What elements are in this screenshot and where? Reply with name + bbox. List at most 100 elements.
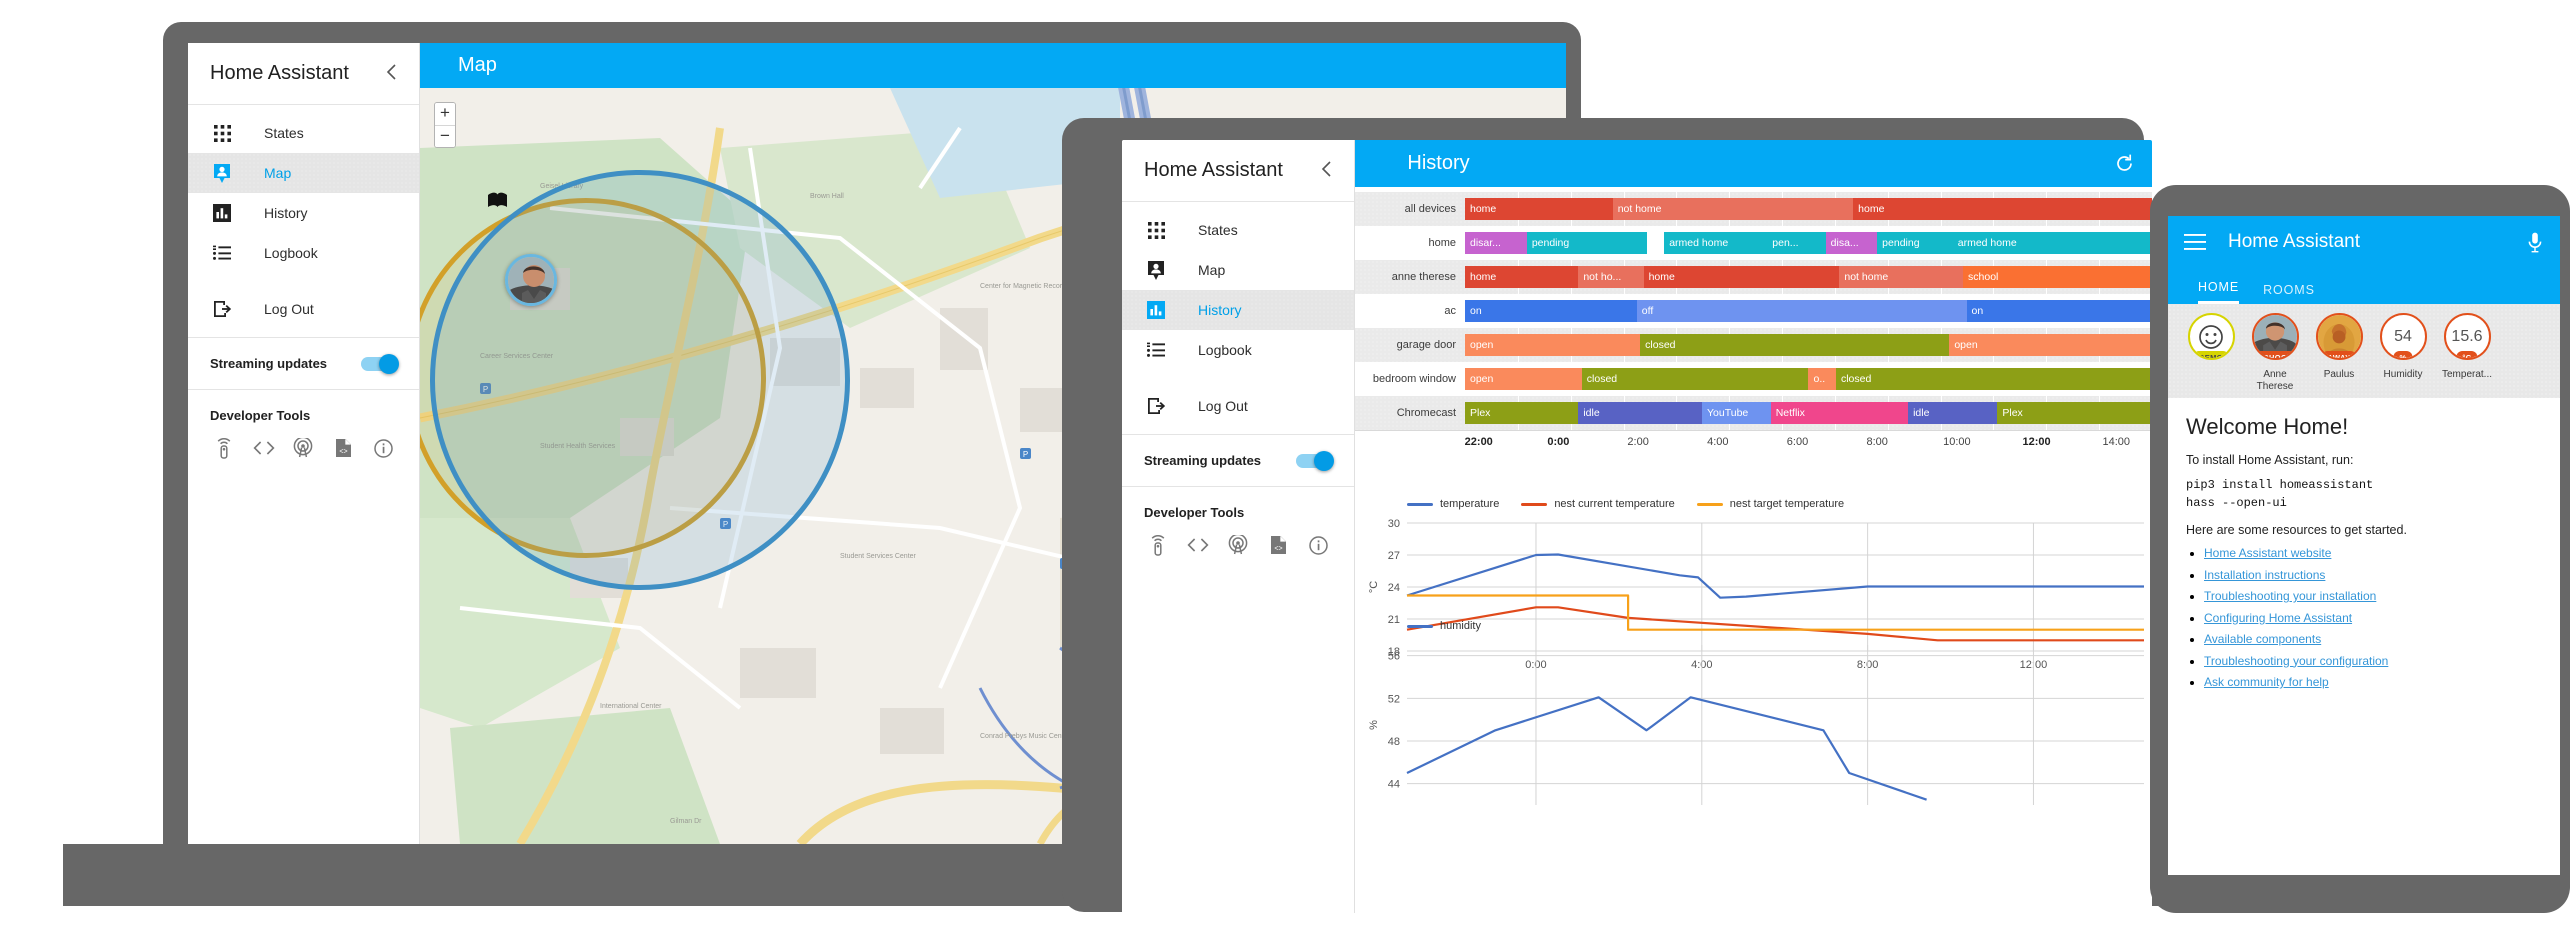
sidebar-item-history[interactable]: History [1122,290,1354,330]
timeline-segment[interactable]: armed home [1953,232,2152,254]
timeline-segment[interactable]: Plex [1997,402,2152,424]
timeline-segment[interactable]: home [1465,198,1613,220]
code-brackets-icon[interactable] [1178,528,1218,562]
sidebar-item-map[interactable]: Map [188,153,419,193]
entity-badge[interactable]: AWAYPaulus [2308,313,2370,392]
microphone-icon[interactable] [2528,232,2544,253]
map-zoom-controls[interactable]: + − [434,102,456,148]
timeline-row-label: garage door [1355,328,1465,362]
timeline-segment[interactable]: pen... [1767,232,1825,254]
timeline-segment[interactable]: home [1465,266,1578,288]
badge-circle: 15.6°C [2444,313,2491,360]
resource-link[interactable]: Home Assistant website [2204,546,2331,560]
tab-rooms[interactable]: ROOMS [2263,283,2315,304]
zoom-out-button[interactable]: − [435,125,455,147]
legend-item[interactable]: nest target temperature [1697,498,1844,510]
sidebar-item-logbook[interactable]: Logbook [188,233,419,273]
timeline-segment[interactable]: closed [1582,368,1809,390]
hamburger-icon[interactable] [2184,234,2206,250]
timeline-segment[interactable]: not ho... [1578,266,1643,288]
info-icon[interactable] [1298,528,1338,562]
file-code-icon[interactable]: <> [323,431,363,465]
timeline-row[interactable]: anne theresehomenot ho...homenot homesch… [1355,260,2152,294]
timeline-segment[interactable]: not home [1613,198,1853,220]
timeline-segment[interactable]: idle [1908,402,1997,424]
timeline-segment[interactable]: open [1465,334,1640,356]
timeline-segment[interactable]: disar... [1465,232,1527,254]
timeline-row[interactable]: aconoffon [1355,294,2152,328]
timeline-segment[interactable]: Plex [1465,402,1578,424]
remote-icon[interactable] [1138,528,1178,562]
remote-icon[interactable] [204,431,244,465]
chevron-left-icon[interactable] [1320,160,1332,182]
streaming-updates-toggle[interactable] [1296,454,1332,468]
timeline-segment[interactable]: disa... [1826,232,1878,254]
timeline-segment[interactable]: home [1853,198,2152,220]
timeline-segment[interactable]: pending [1527,232,1647,254]
resource-link[interactable]: Troubleshooting your installation [2204,589,2376,603]
timeline-row[interactable]: garage dooropenclosedopen [1355,328,2152,362]
timeline-segment[interactable]: home [1644,266,1840,288]
zoom-in-button[interactable]: + [435,103,455,125]
entity-badge[interactable]: DEMO [2180,313,2242,392]
badge-name: Humidity [2372,369,2434,381]
resource-link[interactable]: Installation instructions [2204,568,2325,582]
timeline-segment[interactable]: on [1967,300,2152,322]
tab-home[interactable]: HOME [2198,280,2239,304]
timeline-segment[interactable]: closed [1640,334,1949,356]
legend-item[interactable]: temperature [1407,498,1499,510]
resource-link[interactable]: Ask community for help [2204,675,2329,689]
chevron-left-icon[interactable] [385,63,397,85]
resource-link[interactable]: Troubleshooting your configuration [2204,654,2388,668]
broadcast-icon[interactable] [1218,528,1258,562]
legend-label: nest target temperature [1730,498,1844,510]
timeline-segment[interactable]: off [1637,300,1967,322]
developer-tools-title: Developer Tools [1122,495,1354,526]
y-axis-label: % [1368,720,1380,730]
timeline-row[interactable]: homedisar...pendingarmed homepen...disa.… [1355,226,2152,260]
divider [1122,486,1354,487]
timeline-segment[interactable]: YouTube [1702,402,1771,424]
timeline-segment[interactable]: idle [1578,402,1702,424]
legend-item[interactable]: nest current temperature [1521,498,1674,510]
book-icon[interactable] [486,190,509,218]
timeline-segment[interactable]: Netflix [1771,402,1908,424]
svg-text:Conrad Prebys Music Center: Conrad Prebys Music Center [980,733,1071,740]
timeline-segment[interactable]: pending [1877,232,1953,254]
resource-link[interactable]: Configuring Home Assistant [2204,611,2352,625]
entity-badge[interactable]: SCHOOLAnne Therese [2244,313,2306,392]
sidebar-item-states[interactable]: States [1122,210,1354,250]
timeline-segment[interactable]: closed [1836,368,2152,390]
code-brackets-icon[interactable] [244,431,284,465]
timeline-row[interactable]: bedroom windowopenclosedo..closed [1355,362,2152,396]
legend-item[interactable]: humidity [1407,620,1481,632]
sidebar-item-logout[interactable]: Log Out [1122,386,1354,426]
timeline-segment[interactable]: on [1465,300,1637,322]
format-list-icon [210,241,234,265]
broadcast-icon[interactable] [284,431,324,465]
timeline-segment[interactable]: o.. [1808,368,1835,390]
streaming-updates-toggle[interactable] [361,357,397,371]
entity-badge[interactable]: 54%Humidity [2372,313,2434,392]
person-avatar-marker[interactable] [505,254,557,306]
timeline-segment[interactable]: armed home [1664,232,1767,254]
timeline-segment[interactable]: open [1465,368,1582,390]
sidebar-item-logout[interactable]: Log Out [188,289,419,329]
sidebar-item-history[interactable]: History [188,193,419,233]
timeline-segment[interactable]: open [1949,334,2152,356]
list-item: Troubleshooting your installation [2204,589,2542,603]
file-code-icon[interactable]: <> [1258,528,1298,562]
timeline-segment[interactable]: not home [1839,266,1963,288]
info-icon[interactable] [363,431,403,465]
timeline-row[interactable]: ChromecastPlexidleYouTubeNetflixidlePlex [1355,396,2152,430]
timeline-row[interactable]: all deviceshomenot homehome [1355,192,2152,226]
sidebar-item-logbook[interactable]: Logbook [1122,330,1354,370]
timeline-segment[interactable] [1647,232,1664,254]
refresh-icon[interactable] [2115,154,2134,173]
entity-badge[interactable]: 15.6°CTemperat... [2436,313,2498,392]
timeline-segment[interactable]: school [1963,266,2152,288]
resource-link[interactable]: Available components [2204,632,2321,646]
developer-tools-row: <> [1122,526,1354,564]
sidebar-item-map[interactable]: Map [1122,250,1354,290]
sidebar-item-states[interactable]: States [188,113,419,153]
